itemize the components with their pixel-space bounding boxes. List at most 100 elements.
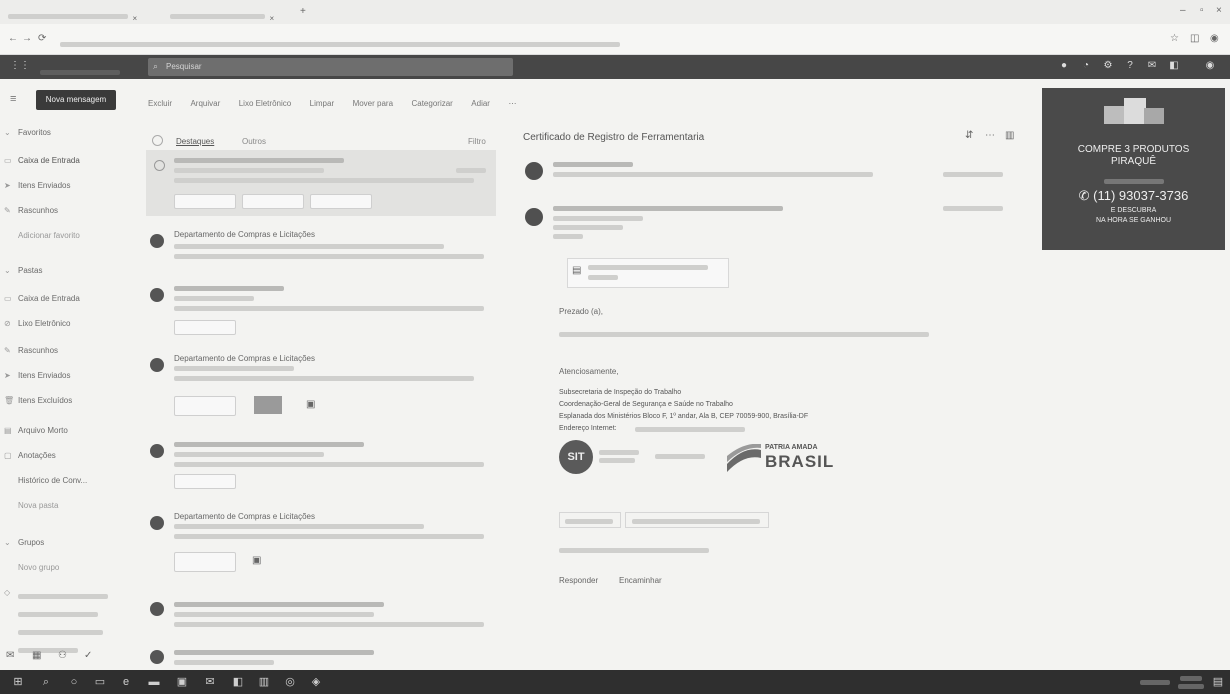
more-icon[interactable]: ⋯ — [508, 99, 516, 108]
app-launcher-icon[interactable]: ⋮⋮ — [10, 60, 30, 72]
nav-item-sent[interactable]: Itens Enviados — [18, 371, 70, 380]
nav-item-fav-drafts[interactable]: Rascunhos — [18, 206, 58, 215]
new-tab-icon[interactable]: + — [300, 6, 306, 17]
extension-icon[interactable]: ◫ — [1190, 33, 1199, 44]
notification-center-icon[interactable]: ▤ — [1212, 676, 1224, 688]
forward-icon[interactable]: → — [22, 33, 32, 44]
categorize-button[interactable]: Categorizar — [411, 99, 452, 108]
star-icon[interactable]: ☆ — [1170, 33, 1179, 44]
nav-item-new-group[interactable]: Novo grupo — [18, 563, 59, 572]
feedback-icon[interactable]: ✉ — [1146, 60, 1158, 72]
forward-button[interactable]: Encaminhar — [619, 576, 662, 585]
nav-item-archive[interactable]: Arquivo Morto — [18, 426, 68, 435]
nav-item-new-folder[interactable]: Nova pasta — [18, 501, 58, 510]
settings-icon[interactable]: ⚙ — [1102, 60, 1114, 72]
store-icon[interactable]: ▣ — [176, 676, 188, 688]
item-checkbox[interactable] — [154, 160, 165, 171]
todo-icon[interactable]: ✓ — [84, 650, 92, 661]
task-view-icon[interactable]: ▭ — [94, 676, 106, 688]
nav-section-favorites[interactable]: Favoritos — [18, 128, 51, 137]
filter-button[interactable]: Filtro — [468, 137, 486, 146]
attachment-chip[interactable] — [174, 194, 236, 209]
skype-icon[interactable]: ● — [1058, 60, 1070, 72]
select-all-checkbox[interactable] — [152, 135, 163, 146]
nav-item-fav-sent[interactable]: Itens Enviados — [18, 181, 70, 190]
list-item[interactable] — [146, 436, 496, 492]
nav-item-deleted[interactable]: Itens Excluídos — [18, 396, 72, 405]
nav-item-fav-inbox[interactable]: Caixa de Entrada — [18, 156, 80, 165]
close-icon[interactable]: × — [269, 14, 274, 23]
list-item[interactable] — [146, 150, 496, 216]
calendar-icon[interactable]: ▦ — [32, 650, 41, 661]
back-icon[interactable]: ← — [8, 33, 18, 44]
chat-icon[interactable]: ◧ — [1168, 60, 1180, 72]
attachment-card[interactable]: ▤ — [567, 258, 729, 288]
profile-icon[interactable]: ◉ — [1210, 33, 1219, 44]
mail-icon[interactable]: ✉ — [6, 650, 14, 661]
nav-item-drafts[interactable]: Rascunhos — [18, 346, 58, 355]
chrome-icon[interactable]: ◎ — [284, 676, 296, 688]
notifications-icon[interactable]: ◔ — [1080, 60, 1092, 72]
close-window-icon[interactable]: × — [1216, 5, 1222, 16]
suggested-reply-button[interactable] — [625, 512, 769, 528]
snooze-button[interactable]: Adiar — [471, 99, 490, 108]
list-item[interactable] — [146, 596, 496, 640]
sweep-button[interactable]: Limpar — [310, 99, 334, 108]
tab-other[interactable]: Outros — [242, 137, 266, 146]
suggested-reply-button[interactable] — [559, 512, 621, 528]
chevron-down-icon[interactable]: ⌄ — [4, 128, 11, 137]
app-icon[interactable]: ◈ — [310, 676, 322, 688]
close-icon[interactable]: × — [132, 14, 137, 23]
edge-icon[interactable]: e — [120, 676, 132, 688]
chevron-down-icon[interactable]: ⌄ — [4, 538, 11, 547]
list-item[interactable]: Departamento de Compras e Licitações ▣ — [146, 508, 496, 578]
nav-section-folders[interactable]: Pastas — [18, 266, 42, 275]
archive-button[interactable]: Arquivar — [190, 99, 220, 108]
image-thumbnail[interactable] — [254, 396, 282, 414]
reload-icon[interactable]: ⟳ — [38, 33, 46, 44]
people-icon[interactable]: ⚇ — [58, 650, 67, 661]
reply-button[interactable]: Responder — [559, 576, 598, 585]
windows-start-icon[interactable]: ⊞ — [12, 676, 24, 688]
more-icon[interactable]: ⋯ — [985, 130, 995, 141]
list-item[interactable]: Departamento de Compras e Licitações — [146, 226, 496, 274]
maximize-icon[interactable]: ▫ — [1200, 5, 1204, 16]
ad-banner[interactable]: COMPRE 3 PRODUTOS PIRAQUÊ ✆ (11) 93037-3… — [1042, 88, 1225, 250]
mail-icon[interactable]: ✉ — [204, 676, 216, 688]
url-field[interactable] — [60, 36, 620, 54]
attachment-chip[interactable] — [174, 320, 236, 335]
cortana-icon[interactable]: ○ — [68, 676, 80, 688]
pane-icon[interactable]: ▥ — [1005, 130, 1014, 141]
folder-icon[interactable]: ▬ — [148, 676, 160, 688]
tab-focused[interactable]: Destaques — [176, 137, 214, 146]
delete-button[interactable]: Excluir — [148, 99, 172, 108]
nav-item-add-favorite[interactable]: Adicionar favorito — [18, 231, 80, 240]
message-header[interactable] — [523, 204, 1013, 244]
attachment-chip[interactable] — [174, 396, 236, 416]
attachment-chip[interactable] — [174, 474, 236, 489]
attachment-chip[interactable] — [174, 552, 236, 572]
help-icon[interactable]: ? — [1124, 60, 1136, 72]
attachment-chip[interactable] — [242, 194, 304, 209]
move-to-button[interactable]: Mover para — [353, 99, 393, 108]
avatar[interactable]: ◉ — [1200, 60, 1220, 72]
nav-item-junk[interactable]: Lixo Eletrônico — [18, 319, 70, 328]
search-icon[interactable]: ⌕ — [40, 676, 52, 688]
list-item[interactable] — [146, 646, 496, 668]
search-input[interactable]: ⌕ Pesquisar — [148, 58, 513, 76]
product-pack-shape — [1104, 106, 1126, 124]
nav-item-conversation-history[interactable]: Histórico de Conv... — [18, 476, 87, 485]
nav-section-groups[interactable]: Grupos — [18, 538, 44, 547]
nav-item-notes[interactable]: Anotações — [18, 451, 56, 460]
app-icon[interactable]: ◧ — [232, 676, 244, 688]
junk-button[interactable]: Lixo Eletrônico — [239, 99, 291, 108]
expand-icon[interactable]: ⇵ — [965, 130, 973, 141]
nav-item-inbox[interactable]: Caixa de Entrada — [18, 294, 80, 303]
message-header[interactable] — [523, 160, 1013, 190]
minimize-icon[interactable]: – — [1180, 5, 1186, 16]
attachment-chip[interactable] — [310, 194, 372, 209]
list-item[interactable]: Departamento de Compras e Licitações ▣ — [146, 350, 496, 422]
chevron-down-icon[interactable]: ⌄ — [4, 266, 11, 275]
list-item[interactable] — [146, 280, 496, 340]
app-icon[interactable]: ▥ — [258, 676, 270, 688]
